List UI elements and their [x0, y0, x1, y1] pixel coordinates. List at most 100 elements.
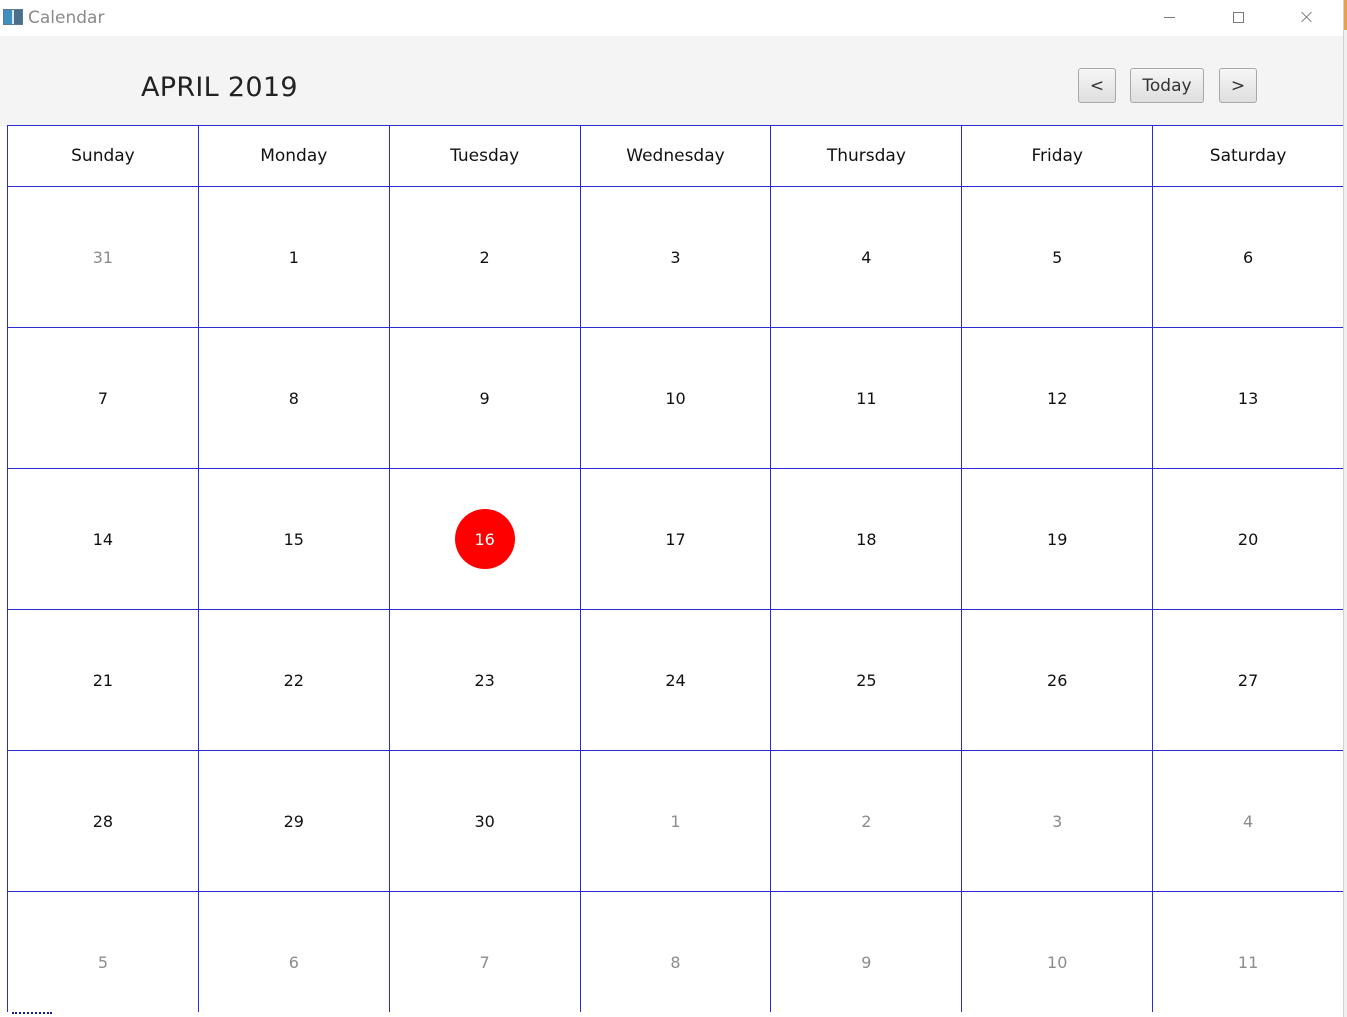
week-row: 21 22 23 24 25 26 27	[7, 609, 1343, 751]
day-cell-other-month[interactable]: 9	[770, 891, 963, 1017]
window-title: Calendar	[28, 8, 105, 28]
day-number: 19	[1047, 529, 1068, 549]
day-cell[interactable]: 29	[197, 750, 390, 892]
minimize-icon	[1163, 16, 1175, 18]
day-number: 1	[670, 811, 681, 831]
next-month-button[interactable]: >	[1219, 68, 1257, 103]
day-number: 8	[288, 388, 299, 408]
day-number: 11	[1237, 952, 1259, 972]
day-cell[interactable]: 2	[388, 186, 581, 328]
day-number: 5	[97, 952, 109, 972]
day-number: 31	[92, 247, 114, 267]
day-number: 15	[283, 529, 304, 549]
day-number: 4	[1242, 811, 1254, 831]
day-number: 21	[92, 670, 114, 690]
day-cell[interactable]: 6	[1152, 186, 1343, 328]
day-cell[interactable]: 26	[961, 609, 1154, 751]
day-cell-other-month[interactable]: 1	[579, 750, 772, 892]
day-number: 7	[97, 388, 109, 408]
day-cell[interactable]: 27	[1152, 609, 1343, 751]
day-number: 7	[479, 952, 490, 972]
day-cell[interactable]: 20	[1152, 468, 1343, 610]
day-number: 28	[92, 811, 114, 831]
day-number: 29	[283, 811, 304, 831]
day-cell[interactable]: 8	[197, 327, 390, 469]
day-number: 24	[665, 670, 686, 690]
day-cell[interactable]: 17	[579, 468, 772, 610]
day-cell-other-month[interactable]: 4	[1152, 750, 1343, 892]
day-number: 18	[856, 529, 877, 549]
maximize-icon	[1232, 11, 1244, 23]
day-cell-other-month[interactable]: 3	[961, 750, 1154, 892]
day-cell-other-month[interactable]: 31	[7, 186, 199, 328]
weekday-wednesday: Wednesday	[579, 125, 772, 187]
day-number: 11	[856, 388, 877, 408]
week-row: 7 8 9 10 11 12 13	[7, 327, 1343, 469]
day-cell[interactable]: 19	[961, 468, 1154, 610]
maximize-button[interactable]	[1204, 0, 1272, 34]
day-cell[interactable]: 14	[7, 468, 199, 610]
status-mark	[12, 1012, 52, 1017]
minimize-button[interactable]	[1135, 0, 1203, 34]
day-number: 27	[1237, 670, 1259, 690]
day-cell-other-month[interactable]: 6	[197, 891, 390, 1017]
day-cell[interactable]: 12	[961, 327, 1154, 469]
weekday-thursday: Thursday	[770, 125, 963, 187]
day-cell-other-month[interactable]: 2	[770, 750, 963, 892]
weekday-tuesday: Tuesday	[388, 125, 581, 187]
day-cell[interactable]: 24	[579, 609, 772, 751]
day-number: 23	[474, 670, 495, 690]
day-cell[interactable]: 9	[388, 327, 581, 469]
day-cell[interactable]: 23	[388, 609, 581, 751]
close-icon	[1301, 11, 1313, 23]
day-number: 10	[1047, 952, 1068, 972]
day-cell[interactable]: 22	[197, 609, 390, 751]
day-cell[interactable]: 15	[197, 468, 390, 610]
day-cell[interactable]: 4	[770, 186, 963, 328]
day-cell-other-month[interactable]: 5	[7, 891, 199, 1017]
day-cell[interactable]: 28	[7, 750, 199, 892]
day-number: 22	[283, 670, 304, 690]
title-bar[interactable]: Calendar	[0, 0, 1343, 36]
day-cell-other-month[interactable]: 11	[1152, 891, 1343, 1017]
day-cell[interactable]: 3	[579, 186, 772, 328]
day-cell[interactable]: 21	[7, 609, 199, 751]
day-cell[interactable]: 18	[770, 468, 963, 610]
day-number: 13	[1237, 388, 1259, 408]
today-indicator: 16	[454, 509, 515, 569]
weekday-saturday: Saturday	[1152, 125, 1343, 187]
calendar-header: APRIL 2019 < Today >	[0, 36, 1343, 126]
day-number: 20	[1237, 529, 1259, 549]
day-number: 9	[861, 952, 872, 972]
day-cell-other-month[interactable]: 10	[961, 891, 1154, 1017]
day-number: 30	[474, 811, 495, 831]
day-cell[interactable]: 1	[197, 186, 390, 328]
calendar-grid: Sunday Monday Tuesday Wednesday Thursday…	[7, 125, 1343, 1017]
previous-month-button[interactable]: <	[1078, 68, 1116, 103]
day-cell-other-month[interactable]: 8	[579, 891, 772, 1017]
day-cell[interactable]: 7	[7, 327, 199, 469]
close-button[interactable]	[1273, 0, 1341, 34]
day-cell[interactable]: 5	[961, 186, 1154, 328]
app-calendar-icon	[3, 9, 23, 25]
day-cell-today[interactable]: 16	[388, 468, 581, 610]
day-cell[interactable]: 25	[770, 609, 963, 751]
weekday-sunday: Sunday	[7, 125, 199, 187]
week-row: 28 29 30 1 2 3 4	[7, 750, 1343, 892]
day-number: 8	[670, 952, 681, 972]
day-cell[interactable]: 10	[579, 327, 772, 469]
status-strip	[0, 1012, 1343, 1017]
day-number: 3	[670, 247, 681, 267]
day-cell[interactable]: 30	[388, 750, 581, 892]
day-number: 2	[861, 811, 872, 831]
today-button[interactable]: Today	[1130, 68, 1204, 103]
weekday-header-row: Sunday Monday Tuesday Wednesday Thursday…	[7, 125, 1343, 187]
day-cell[interactable]: 13	[1152, 327, 1343, 469]
day-number: 1	[288, 247, 299, 267]
day-cell[interactable]: 11	[770, 327, 963, 469]
day-cell-other-month[interactable]: 7	[388, 891, 581, 1017]
weeks-container: 31 1 2 3 4 5 6 7 8 9 10 11 12 13 14 15 16 17 18 19 20 21 22 23 2…	[7, 186, 1343, 1017]
weekday-friday: Friday	[961, 125, 1154, 187]
calendar-window: Calendar APRIL 2019 < Today > Sunday Mon…	[0, 0, 1343, 1017]
day-number: 17	[665, 529, 686, 549]
